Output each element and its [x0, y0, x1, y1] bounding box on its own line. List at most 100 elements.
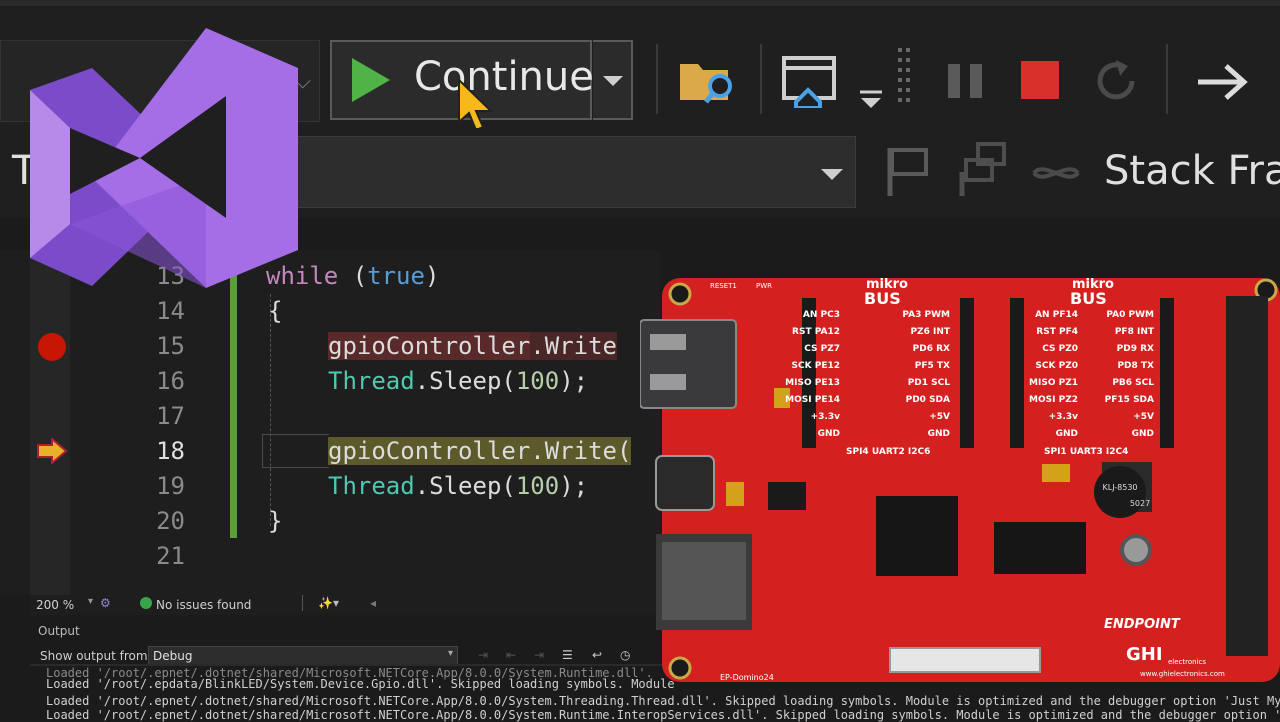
output-source-label: Show output from:	[40, 649, 152, 663]
toggle-threads-icon[interactable]	[1030, 158, 1082, 188]
pin-label: SCK PE12	[792, 361, 840, 371]
code-line-18: gpioController.Write(	[328, 437, 632, 465]
pin-label: PF5 TX	[915, 361, 950, 371]
line-number: 20	[156, 507, 185, 535]
code-text: gpioController	[328, 332, 531, 360]
chevron-down-icon: ▾	[447, 648, 453, 659]
zoom-dropdown-icon[interactable]: ▾	[88, 596, 93, 607]
pin-label: RST PA12	[792, 327, 840, 337]
pin-label: MISO PZ1	[1029, 378, 1078, 388]
continue-dropdown[interactable]	[593, 40, 633, 120]
pin-label: AN PC3	[803, 310, 840, 320]
code-text: gpioController	[328, 437, 531, 465]
cleanup-icon[interactable]: ✨▾	[318, 596, 339, 610]
find-in-files-icon[interactable]	[678, 56, 738, 106]
status-separator	[302, 595, 303, 611]
find-message-icon[interactable]: ⇥	[478, 648, 488, 662]
overflow-dropdown-icon[interactable]	[858, 88, 884, 110]
output-source-value: Debug	[153, 649, 193, 663]
output-line: Loaded '/root/.epnet/.dotnet/shared/Micr…	[46, 694, 1280, 708]
pin-label: PA3 PWM	[902, 310, 950, 320]
code-editor[interactable]: 13 14 15 16 17 18 19 20 21 while (true) …	[0, 250, 660, 595]
type-name: Thread	[328, 367, 415, 395]
next-message-icon[interactable]: ⇥	[534, 648, 544, 662]
pin-label: CS PZ7	[804, 344, 840, 354]
breakpoint-highlight: gpioController	[328, 332, 531, 360]
window-home-icon[interactable]	[782, 56, 838, 108]
play-icon	[352, 58, 390, 102]
clear-all-icon[interactable]: ☰	[562, 648, 573, 662]
code-line-15: gpioController.Write	[328, 332, 617, 360]
current-line-box	[262, 434, 329, 468]
pin-label: CS PZ0	[1042, 344, 1078, 354]
pin-label: PD9 RX	[1117, 344, 1154, 354]
check-circle-icon	[140, 597, 152, 609]
grip-icon[interactable]	[896, 46, 918, 112]
pin-label: MOSI PZ2	[1029, 395, 1078, 405]
code-text: .Sleep(	[414, 472, 516, 500]
code-line-19: Thread.Sleep(100);	[328, 472, 588, 500]
show-next-statement-icon[interactable]	[1196, 62, 1248, 102]
prev-message-icon[interactable]: ⇤	[506, 648, 516, 662]
number-literal: 100	[515, 367, 560, 395]
current-statement-highlight: gpioController.Write(	[328, 437, 632, 465]
stack-frame-label: Stack Fran	[1104, 148, 1280, 194]
pin-label: +5V	[929, 412, 950, 422]
chevron-down-icon	[603, 76, 623, 86]
line-number: 19	[156, 472, 185, 500]
flag-threads-icon[interactable]	[956, 142, 1008, 198]
endpoint-board-photo: RESET1 PWR mikro BUS mikro BUS AN PC3 RS…	[640, 277, 1280, 682]
breakpoint-icon[interactable]	[38, 333, 66, 361]
pause-icon[interactable]	[946, 62, 986, 100]
brand-label: ENDPOINT	[1104, 617, 1181, 632]
type-name: Thread	[328, 472, 415, 500]
output-line: Loaded '/root/.epdata/BlinkLED/System.De…	[46, 677, 675, 691]
issues-status[interactable]: No issues found	[156, 598, 251, 612]
chevron-down-icon	[821, 169, 843, 180]
pin-label: PF8 INT	[1115, 327, 1155, 337]
copilot-icon: ⚙	[100, 596, 111, 610]
output-title: Output	[38, 624, 80, 638]
zoom-level[interactable]: 200 %	[36, 598, 74, 612]
line-number: 16	[156, 367, 185, 395]
output-source-select[interactable]: Debug ▾	[148, 646, 458, 666]
maker-sub-label: electronics	[1168, 658, 1206, 666]
pin-label: PD8 TX	[1117, 361, 1154, 371]
line-number: 15	[156, 332, 185, 360]
code-line-20: }	[268, 507, 283, 535]
indicator-margin[interactable]	[30, 250, 70, 595]
keyword: true	[367, 262, 425, 290]
stop-icon[interactable]	[1020, 60, 1060, 100]
code-text: (	[338, 262, 368, 290]
toolbar-separator	[656, 44, 658, 114]
line-number: 21	[156, 542, 185, 570]
code-text: .Write(	[530, 437, 632, 465]
bus-caption: SPI4 UART2 I2C6	[846, 447, 930, 457]
title-strip	[0, 0, 1280, 6]
code-text: .Sleep(	[414, 367, 516, 395]
pin-label: RST PF4	[1036, 327, 1078, 337]
buzzer-sub: 5027	[1130, 499, 1150, 508]
pin-label: PD0 SDA	[906, 395, 950, 405]
code-line-16: Thread.Sleep(100);	[328, 367, 588, 395]
change-tracking-bar	[230, 270, 237, 538]
mikrobus-right-bottom: BUS	[1070, 289, 1107, 308]
pin-label: +3.3v	[1049, 412, 1078, 422]
word-wrap-icon[interactable]: ↩	[592, 648, 602, 662]
scroll-left-icon[interactable]: ◂	[370, 596, 376, 610]
pin-label: GND	[1132, 429, 1154, 439]
reset-label: RESET1	[710, 282, 737, 290]
code-line-14: {	[268, 297, 283, 325]
toolbar-separator	[760, 44, 762, 114]
continue-label: Continue	[414, 54, 594, 100]
code-text: )	[424, 262, 440, 290]
pin-label: PF15 SDA	[1105, 395, 1154, 405]
indent-guide	[270, 294, 271, 526]
flag-icon[interactable]	[884, 146, 930, 198]
timestamp-icon[interactable]: ◷	[620, 648, 630, 662]
pin-label: +3.3v	[811, 412, 840, 422]
model-label: EP-Domino24	[720, 673, 774, 682]
restart-icon[interactable]	[1092, 56, 1142, 106]
mikrobus-left-bottom: BUS	[864, 289, 901, 308]
pwr-label: PWR	[756, 282, 772, 290]
